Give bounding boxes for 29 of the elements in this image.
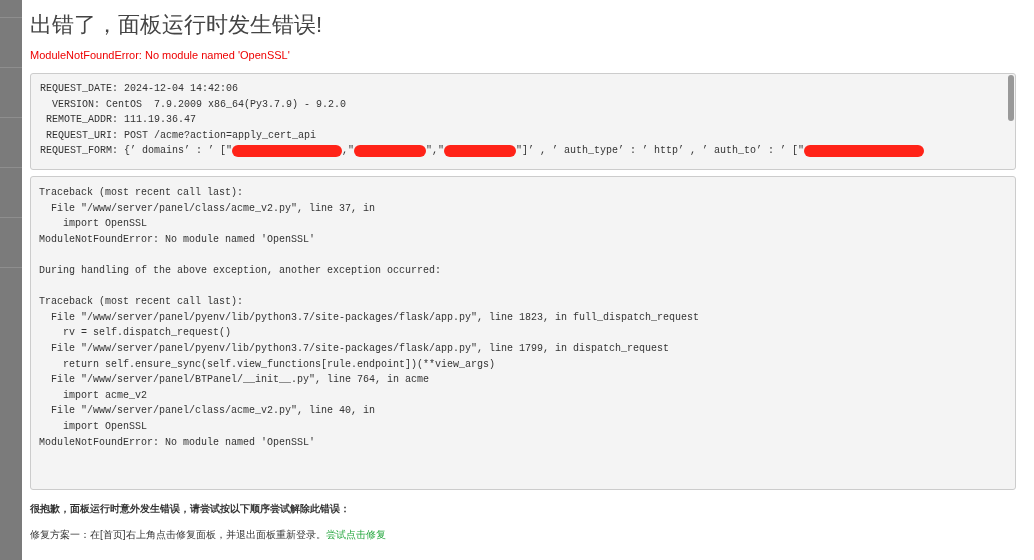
traceback-line: File "/www/server/panel/pyenv/lib/python3.7/site-packages/flask/app.py", line 1799, in dispatch_request	[50, 341, 670, 356]
repair-link[interactable]: 尝试点击修复	[325, 528, 386, 542]
request-form-text: ","	[426, 144, 445, 159]
traceback-line: rv = self.dispatch_request()	[62, 326, 232, 341]
request-form-text: REQUEST_FORM: {’ domains’ : ’ ["	[40, 144, 233, 159]
traceback-line: Traceback (most recent call last):	[39, 186, 244, 200]
traceback-line: File "/www/server/panel/pyenv/lib/python3.7/site-packages/flask/app.py", line 1823, in full_dispatch_request	[50, 310, 700, 325]
scrollbar-thumb[interactable]	[1008, 75, 1014, 121]
request-form-text: ,"	[342, 144, 355, 159]
error-message: ModuleNotFoundError: No module named 'OpenSSL'	[30, 48, 290, 62]
error-title: 出错了，面板运行时发生错误!	[30, 11, 323, 39]
traceback-line: During handling of the above exception, another exception occurred:	[39, 263, 442, 278]
request-form-text: "]’ , ’ auth_type’ : ’ http’ , ’ auth_to’ : ’ ["	[516, 144, 805, 159]
traceback-line: import OpenSSL	[62, 419, 148, 434]
traceback-line: import OpenSSL	[62, 217, 148, 232]
fix-instruction: 修复方案一：在[首页]右上角点击修复面板，并退出面板重新登录。	[30, 528, 326, 542]
traceback-line: return self.ensure_sync(self.view_functions[rule.endpoint])(**view_args)	[62, 357, 496, 372]
traceback-line: Traceback (most recent call last):	[39, 295, 244, 310]
help-heading: 很抱歉，面板运行时意外发生错误，请尝试按以下顺序尝试解除此错误：	[30, 502, 350, 516]
request-line: REMOTE_ADDR: 111.19.36.47	[45, 113, 197, 128]
traceback-line: import acme_v2	[62, 388, 148, 403]
request-line: REQUEST_DATE: 2024-12-04 14:42:06	[40, 82, 239, 96]
traceback-line: ModuleNotFoundError: No module named 'OpenSSL'	[39, 435, 316, 450]
request-line: REQUEST_URI: POST /acme?action=apply_cert_api	[45, 128, 317, 143]
request-line: VERSION: CentOS 7.9.2009 x86_64(Py3.7.9) - 9.2.0	[51, 97, 347, 112]
traceback-line: File "/www/server/panel/class/acme_v2.py", line 40, in	[50, 404, 376, 419]
traceback-line: File "/www/server/panel/BTPanel/__init__.py", line 764, in acme	[50, 373, 430, 388]
traceback-line: File "/www/server/panel/class/acme_v2.py", line 37, in	[50, 201, 376, 216]
traceback-line: ModuleNotFoundError: No module named 'OpenSSL'	[39, 232, 316, 247]
